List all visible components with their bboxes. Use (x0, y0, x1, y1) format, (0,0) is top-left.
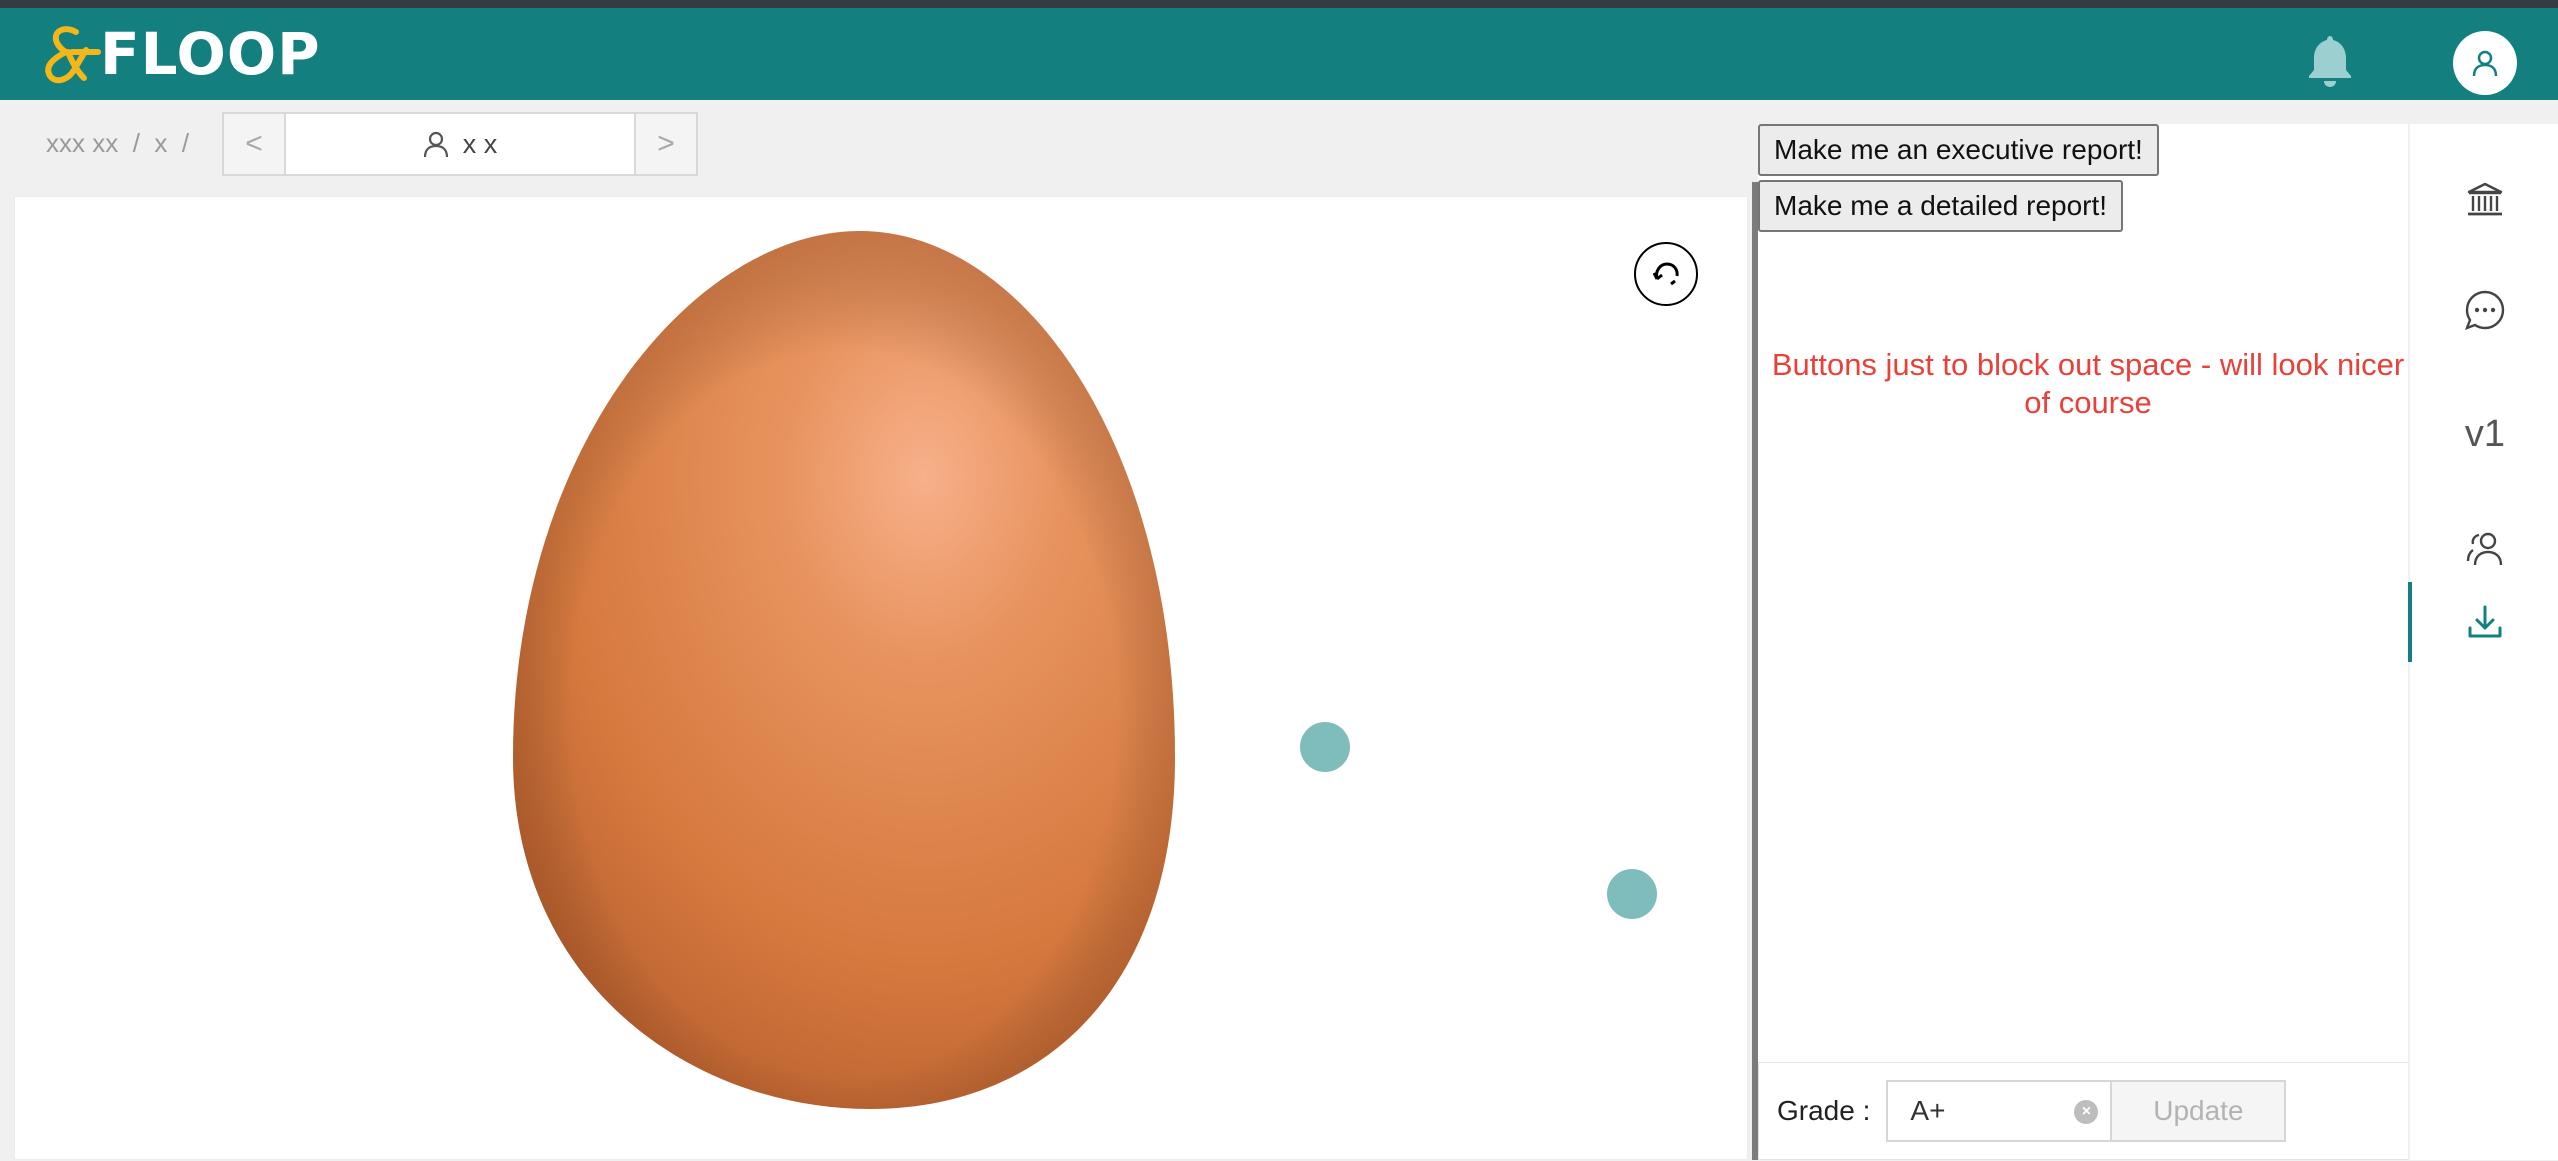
submission-image (513, 231, 1175, 1109)
clear-icon[interactable]: × (2074, 1100, 2099, 1124)
bell-icon (2309, 36, 2351, 87)
users-icon (2466, 532, 2503, 566)
placeholder-note: Buttons just to block out space - will l… (1771, 347, 2405, 420)
breadcrumb-item[interactable]: x (154, 128, 167, 159)
chat-icon (2464, 290, 2505, 331)
sidebar-item-version[interactable]: v1 (2410, 394, 2558, 474)
breadcrumb-separator (118, 128, 132, 159)
version-label: v1 (2464, 412, 2506, 455)
logo-text: FLOOP (100, 20, 321, 88)
breadcrumb-item[interactable]: xxx xx (46, 128, 118, 159)
breadcrumb: xxx xx / x / (46, 128, 189, 159)
notifications-button[interactable] (2306, 32, 2354, 88)
sidebar-item-comments[interactable] (2410, 270, 2558, 350)
user-icon (2472, 50, 2498, 77)
breadcrumb-separator: / (132, 128, 140, 158)
breadcrumb-separator (167, 128, 181, 159)
student-selector[interactable]: x x (286, 114, 634, 174)
logo-ampersand-icon (45, 26, 101, 84)
submission-image-viewer (14, 196, 1748, 1160)
report-panel: Make me an executive report! Make me a d… (1758, 124, 2408, 1160)
annotation-marker[interactable] (1300, 722, 1350, 772)
right-sidebar: v1 (2408, 124, 2558, 1160)
grade-label: Grade : (1777, 1095, 1871, 1126)
app-header: FLOOP (0, 8, 2558, 100)
user-icon (423, 131, 448, 158)
profile-button[interactable] (2453, 31, 2517, 95)
grade-bar: Grade : A+ × Update (1758, 1062, 2420, 1160)
rotate-icon (1652, 262, 1679, 286)
annotation-marker[interactable] (1607, 869, 1657, 919)
grade-input[interactable]: A+ × (1886, 1080, 2113, 1142)
detailed-report-button[interactable]: Make me a detailed report! (1758, 180, 2124, 232)
download-icon (2468, 605, 2502, 638)
grade-value: A+ (1910, 1095, 1946, 1126)
breadcrumb-separator: / (181, 128, 190, 158)
student-name: x x (462, 128, 498, 159)
bank-icon (2467, 182, 2503, 216)
sidebar-item-rubric[interactable] (2410, 160, 2558, 240)
previous-student-button[interactable]: < (224, 114, 286, 174)
next-student-button[interactable]: > (634, 114, 696, 174)
sidebar-item-users[interactable] (2410, 508, 2558, 588)
app-logo[interactable]: FLOOP (36, 20, 321, 88)
sidebar-item-download[interactable] (2408, 582, 2558, 662)
breadcrumb-separator (140, 128, 154, 159)
update-button[interactable]: Update (2112, 1080, 2287, 1142)
student-navigator: < x x > (222, 112, 698, 176)
window-top-strip (0, 0, 2558, 8)
executive-report-button[interactable]: Make me an executive report! (1758, 124, 2159, 176)
rotate-button[interactable] (1634, 242, 1698, 306)
